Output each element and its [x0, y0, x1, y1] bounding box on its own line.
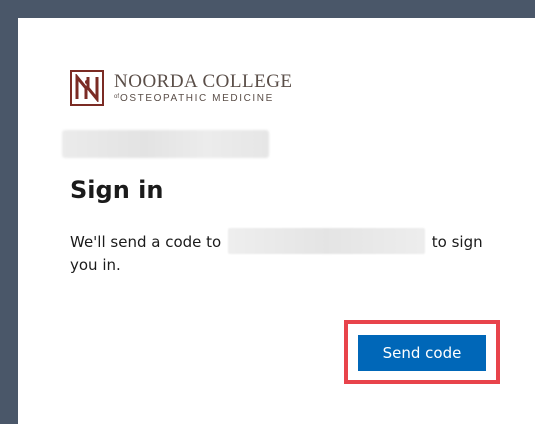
noorda-emblem-icon [70, 70, 104, 106]
page-title: Sign in [70, 176, 164, 204]
logo-name: NOORDA COLLEGE [114, 70, 293, 92]
college-logo: NOORDA COLLEGE of OSTEOPATHIC MEDICINE [70, 70, 293, 106]
logo-subtitle: OSTEOPATHIC MEDICINE [120, 92, 274, 104]
logo-subtitle-line: of OSTEOPATHIC MEDICINE [114, 93, 293, 105]
logo-wordmark: NOORDA COLLEGE of OSTEOPATHIC MEDICINE [114, 70, 293, 105]
logo-of: of [114, 93, 120, 100]
signin-message: We'll send a code to to sign you in. [70, 228, 510, 276]
redacted-account-email [62, 130, 269, 158]
signin-card: NOORDA COLLEGE of OSTEOPATHIC MEDICINE S… [18, 18, 535, 424]
redacted-email-inline [228, 228, 425, 254]
send-code-button[interactable]: Send code [358, 335, 486, 371]
message-before: We'll send a code to [70, 233, 222, 251]
